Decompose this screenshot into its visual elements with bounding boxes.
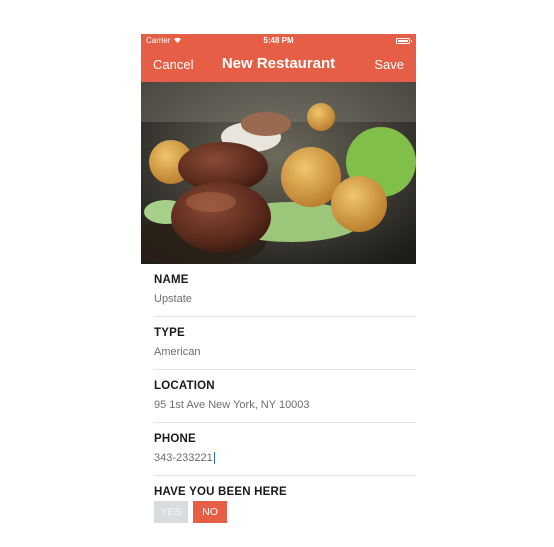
- visited-label: HAVE YOU BEEN HERE: [154, 486, 287, 498]
- name-field: NAME: [154, 264, 416, 317]
- phone-value: 343-233221: [154, 452, 213, 464]
- type-input[interactable]: [154, 346, 394, 358]
- name-label: NAME: [154, 274, 189, 286]
- app-screen: Carrier 5:48 PM Cancel New Restaurant Sa…: [141, 34, 416, 524]
- restaurant-form: NAME TYPE LOCATION PHONE 343-233221 HAVE…: [141, 264, 416, 524]
- phone-input[interactable]: 343-233221: [154, 452, 394, 465]
- name-input[interactable]: [154, 293, 394, 305]
- phone-label: PHONE: [154, 433, 196, 445]
- battery-tip: [411, 40, 412, 42]
- type-field: TYPE: [154, 317, 416, 370]
- yes-button[interactable]: YES: [154, 501, 188, 523]
- no-button[interactable]: NO: [193, 501, 227, 523]
- food-image: [141, 82, 416, 264]
- navigation-bar: Cancel New Restaurant Save: [141, 48, 416, 82]
- restaurant-photo[interactable]: [141, 82, 416, 264]
- phone-field: PHONE 343-233221: [154, 423, 416, 476]
- location-field: LOCATION: [154, 370, 416, 423]
- location-label: LOCATION: [154, 380, 215, 392]
- type-label: TYPE: [154, 327, 185, 339]
- location-input[interactable]: [154, 399, 394, 411]
- save-button[interactable]: Save: [374, 57, 404, 72]
- status-time: 5:48 PM: [263, 36, 294, 45]
- battery-icon: [396, 38, 410, 44]
- status-bar: Carrier 5:48 PM: [141, 34, 416, 48]
- visited-field: HAVE YOU BEEN HERE YES NO: [154, 476, 416, 524]
- text-cursor: [213, 452, 215, 465]
